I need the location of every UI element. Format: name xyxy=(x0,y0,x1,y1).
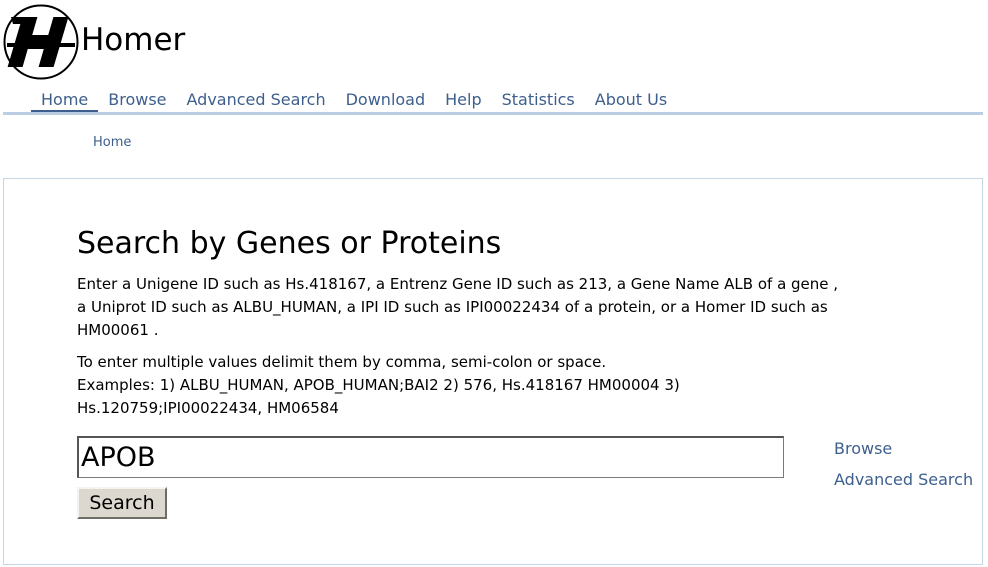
nav-item-advanced-search[interactable]: Advanced Search xyxy=(177,90,336,114)
nav-item-home[interactable]: Home xyxy=(31,90,99,114)
side-link-advanced-search[interactable]: Advanced Search xyxy=(834,470,973,490)
search-instructions-block: To enter multiple values delimit them by… xyxy=(77,351,847,420)
search-description: Enter a Unigene ID such as Hs.418167, a … xyxy=(77,275,839,339)
search-input[interactable] xyxy=(77,436,784,478)
side-link-browse[interactable]: Browse xyxy=(834,439,892,459)
nav-item-download[interactable]: Download xyxy=(336,90,436,114)
nav-item-help[interactable]: Help xyxy=(435,90,491,114)
main-nav: Home Browse Advanced Search Download Hel… xyxy=(31,90,677,114)
homer-logo-icon[interactable]: H xyxy=(3,4,79,80)
search-button[interactable]: Search xyxy=(77,487,167,519)
search-examples: Examples: 1) ALBU_HUMAN, APOB_HUMAN;BAI2… xyxy=(77,376,680,417)
page-title: Search by Genes or Proteins xyxy=(77,226,502,261)
nav-item-browse[interactable]: Browse xyxy=(98,90,176,114)
nav-item-about-us[interactable]: About Us xyxy=(585,90,677,114)
nav-divider xyxy=(3,112,983,115)
breadcrumb-home[interactable]: Home xyxy=(93,135,131,151)
nav-item-statistics[interactable]: Statistics xyxy=(492,90,585,114)
search-instructions: To enter multiple values delimit them by… xyxy=(77,353,607,371)
site-title: Homer xyxy=(81,22,186,58)
